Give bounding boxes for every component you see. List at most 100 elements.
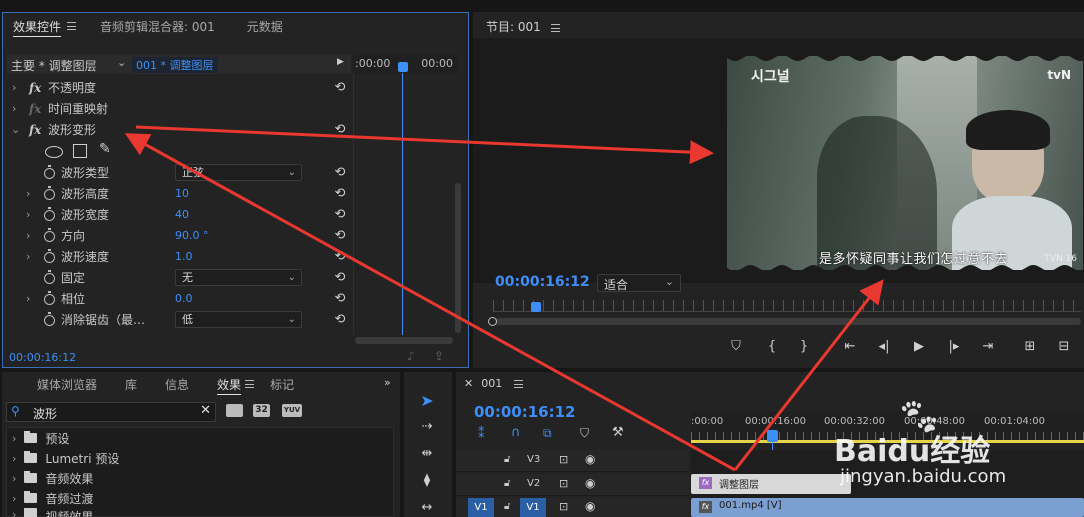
panel-menu-icon[interactable] [245, 380, 255, 388]
search-input[interactable]: 波形 [33, 405, 57, 422]
property-row-phase[interactable]: › 相位 0.0 ⟲ [3, 288, 353, 309]
extract-icon[interactable]: ⊟ [1055, 338, 1073, 356]
property-row-pinning[interactable]: 固定 无 ⌄ ⟲ [3, 267, 353, 288]
stopwatch-icon[interactable] [44, 291, 55, 305]
reset-icon[interactable]: ⟲ [333, 122, 347, 137]
monitor-ruler[interactable] [493, 300, 1081, 312]
pinning-select[interactable]: 无 ⌄ [175, 269, 302, 286]
fx-icon[interactable]: fx [29, 123, 41, 137]
property-value[interactable]: 40 [175, 208, 189, 221]
reset-icon[interactable]: ⟲ [333, 249, 347, 264]
reset-icon[interactable]: ⟲ [333, 207, 347, 222]
clip-adjustment-layer[interactable]: fx 调整图层 [691, 474, 851, 494]
eye-icon[interactable]: ◉ [585, 499, 595, 513]
program-timecode[interactable]: 00:00:16:12 [495, 274, 590, 290]
reset-icon[interactable]: ⟲ [333, 186, 347, 201]
monitor-zoom-bar[interactable] [489, 318, 1081, 325]
stopwatch-icon[interactable] [44, 249, 55, 263]
lock-icon[interactable]: 🔓︎ [504, 478, 510, 489]
slip-tool-icon[interactable]: ↔ [415, 497, 439, 517]
stopwatch-icon[interactable] [44, 186, 55, 200]
chevron-right-icon[interactable]: › [12, 508, 16, 517]
stopwatch-icon[interactable] [44, 228, 55, 242]
timeline-timecode[interactable]: 00:00:16:12 [474, 403, 576, 421]
accelerated-effects-icon[interactable] [226, 404, 243, 417]
play-only-icon[interactable]: ▶ [337, 57, 344, 67]
stopwatch-icon[interactable] [44, 312, 55, 326]
linked-selection-icon[interactable]: ⧉ [543, 426, 552, 441]
property-row-wave-height[interactable]: › 波形高度 10 ⟲ [3, 183, 353, 204]
chevron-right-icon[interactable]: › [12, 432, 16, 445]
selection-tool-icon[interactable]: ➤ [415, 390, 439, 412]
property-value[interactable]: 0.0 [175, 292, 193, 305]
property-row-time-remap[interactable]: › fx 时间重映射 [3, 98, 353, 119]
mark-out-icon[interactable]: } [795, 338, 813, 356]
mini-ruler[interactable]: :00:00 00:00 [353, 54, 457, 74]
go-to-out-icon[interactable]: ⇥ [979, 338, 997, 356]
mark-in-icon[interactable]: { [763, 338, 781, 356]
ripple-edit-tool-icon[interactable]: ⇹ [415, 443, 439, 465]
tab-libraries[interactable]: 库 [115, 376, 147, 393]
eye-icon[interactable]: ◉ [585, 476, 595, 490]
list-item-audio-effects[interactable]: › 音频效果 [10, 468, 93, 488]
property-value[interactable]: 10 [175, 187, 189, 200]
clip-video[interactable]: fx 001.mp4 [V] [691, 498, 1084, 517]
list-item-lumetri-presets[interactable]: › Lumetri 预设 [10, 448, 119, 468]
lock-icon[interactable]: 🔓︎ [504, 501, 510, 512]
property-value[interactable]: 90.0 ° [175, 229, 209, 242]
chevron-right-icon[interactable]: › [26, 229, 30, 242]
video-frame[interactable]: 시그널 tvN 是多怀疑同事让我们怎过意不去 TVN 16 [727, 56, 1083, 270]
go-to-in-icon[interactable]: ⇤ [841, 338, 859, 356]
reset-icon[interactable]: ⟲ [333, 291, 347, 306]
chevron-right-icon[interactable]: › [26, 187, 30, 200]
panel-menu-icon[interactable] [514, 380, 524, 388]
stopwatch-icon[interactable] [44, 207, 55, 221]
panel-menu-icon[interactable] [67, 22, 77, 30]
property-row-antialiasing[interactable]: 消除锯齿（最… 低 ⌄ ⟲ [3, 309, 353, 330]
source-patch-v1[interactable]: V1 [468, 498, 494, 517]
tab-markers[interactable]: 标记 [260, 376, 296, 393]
property-row-wave-warp[interactable]: ⌄ fx 波形变形 ⟲ [3, 119, 353, 140]
magnet-icon[interactable]: ∩ [511, 425, 521, 440]
wrench-icon[interactable]: ⚒ [612, 425, 624, 440]
chevron-down-icon[interactable]: ⌄ [665, 275, 674, 288]
chevron-right-icon[interactable]: › [12, 102, 16, 115]
lock-icon[interactable]: 🔓︎ [504, 454, 510, 465]
clip-label[interactable]: 001 * 调整图层 [132, 57, 218, 73]
horizontal-scrollbar[interactable] [355, 337, 453, 344]
snap-icon[interactable]: ⁑ [478, 427, 485, 442]
track-select-tool-icon[interactable]: ⇢ [415, 416, 439, 438]
audio-icon[interactable]: ♪ [407, 349, 415, 363]
eye-icon[interactable]: ◉ [585, 452, 595, 466]
sync-lock-icon[interactable]: ⊡ [559, 500, 568, 513]
tab-media-browser[interactable]: 媒体浏览器 [27, 376, 107, 393]
list-item-presets[interactable]: › 预设 [10, 428, 69, 448]
razor-tool-icon[interactable]: ⧫ [415, 470, 439, 492]
lift-icon[interactable]: ⊞ [1021, 338, 1039, 356]
list-item-video-effects[interactable]: › 视频效果 [10, 508, 93, 517]
panel-menu-icon[interactable] [550, 23, 560, 32]
sequence-tab[interactable]: ✕ 001 [464, 377, 524, 390]
play-icon[interactable]: ▶ [910, 338, 928, 356]
reset-icon[interactable]: ⟲ [333, 80, 347, 95]
timeline-ruler[interactable]: :00:00 00:00:16:00 00:00:32:00 00:00:48:… [691, 412, 1084, 444]
tab-effect-controls[interactable]: 效果控件 [3, 18, 71, 35]
track-header-v1[interactable]: V1 🔓︎ V1 ⊡ ◉ [456, 498, 689, 517]
reset-icon[interactable]: ⟲ [333, 165, 347, 180]
32bit-effects-icon[interactable]: 32 [253, 404, 270, 417]
property-value[interactable]: 1.0 [175, 250, 193, 263]
chevron-right-icon[interactable]: › [26, 250, 30, 263]
program-title[interactable]: 节目: 001 [486, 18, 560, 35]
work-area-bar[interactable] [691, 440, 1084, 443]
chevron-down-icon[interactable]: ⌄ [117, 56, 126, 69]
source-dropdown[interactable]: 主要 * 调整图层 [11, 57, 97, 74]
reset-icon[interactable]: ⟲ [333, 270, 347, 285]
reset-icon[interactable]: ⟲ [333, 312, 347, 327]
timeline-playhead[interactable] [767, 430, 778, 442]
chevron-right-icon[interactable]: › [12, 492, 16, 505]
chevron-down-icon[interactable]: ⌄ [11, 123, 20, 136]
fit-select[interactable]: 适合 ⌄ [597, 274, 681, 292]
chevron-right-icon[interactable]: › [26, 208, 30, 221]
sync-lock-icon[interactable]: ⊡ [559, 477, 568, 490]
ellipse-mask-icon[interactable] [45, 146, 63, 158]
